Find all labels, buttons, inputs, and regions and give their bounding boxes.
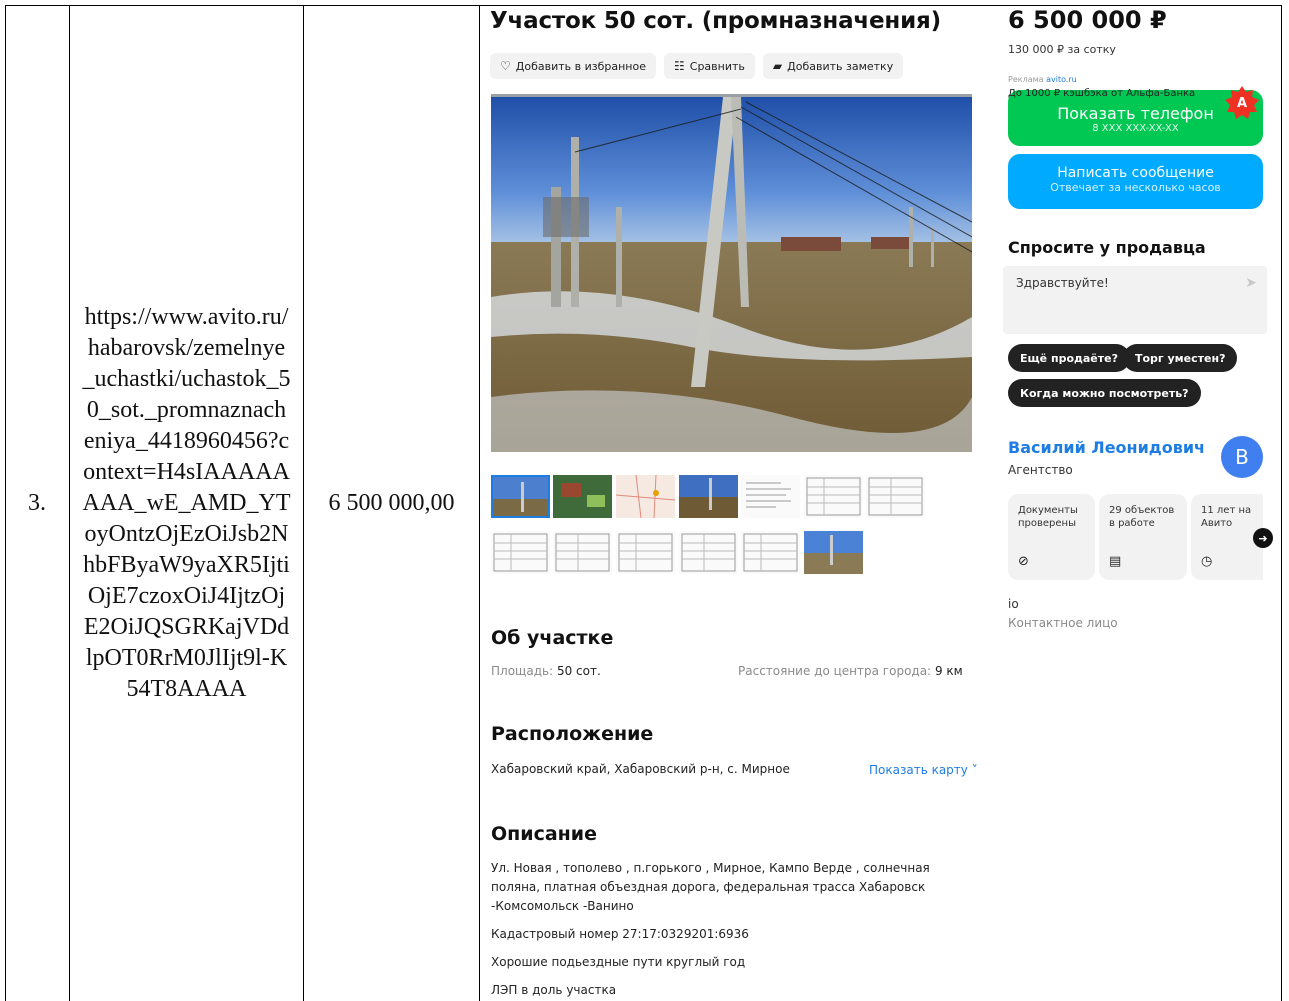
add-note-label: Добавить заметку [787, 59, 894, 73]
area-row: Площадь: 50 сот. [491, 664, 601, 678]
ask-seller-text: Здравствуйте! [1016, 276, 1109, 290]
table-border-right [1281, 5, 1282, 1001]
area-value: 50 сот. [556, 664, 601, 678]
cashback-text: До 1000 ₽ кэшбэка от Альфа-Банка [1008, 88, 1196, 99]
chip-when-view[interactable]: Когда можно посмотреть? [1008, 379, 1201, 407]
listing-url[interactable]: https://www.avito.ru/habarovsk/zemelnye_… [70, 5, 303, 1001]
thumbnail-9[interactable] [553, 531, 612, 574]
favorite-label: Добавить в избранное [515, 59, 646, 73]
description-title: Описание [491, 823, 598, 845]
listing-actions: ♡ Добавить в избранное ☷ Сравнить ▰ Доба… [490, 53, 904, 79]
thumbnail-8[interactable] [491, 531, 550, 574]
seller-name[interactable]: Василий Леонидович [1008, 438, 1205, 457]
ad-line: Реклама avito.ru [1008, 75, 1077, 84]
description: Ул. Новая , тополево , п.горького , Мирн… [491, 859, 966, 1001]
thumbnail-13[interactable] [804, 531, 863, 574]
price-per-sotka: 130 000 ₽ за сотку [1008, 43, 1116, 56]
stat-objects-text: 29 объектов в работе [1109, 505, 1175, 529]
contact-name: io [1008, 597, 1019, 611]
thumbnail-11[interactable] [679, 531, 738, 574]
add-note-button[interactable]: ▰ Добавить заметку [762, 53, 904, 79]
listing-title: Участок 50 сот. (промназначения) [490, 8, 941, 34]
listing-screenshot: Участок 50 сот. (промназначения) ♡ Добав… [480, 6, 1280, 1001]
compare-button[interactable]: ☷ Сравнить [664, 53, 755, 79]
thumbnail-4[interactable] [679, 475, 738, 518]
contact-role: Контактное лицо [1008, 616, 1118, 630]
thumbnail-1[interactable] [491, 475, 550, 518]
thumbnail-12[interactable] [741, 531, 800, 574]
thumbnail-5[interactable] [741, 475, 800, 518]
stat-documents-text: Документы проверены [1018, 505, 1078, 529]
write-message-button[interactable]: Написать сообщение Отвечает за несколько… [1008, 154, 1263, 209]
arrow-right-icon[interactable]: ➜ [1253, 528, 1273, 548]
thumbnail-10[interactable] [616, 531, 675, 574]
about-title: Об участке [491, 627, 614, 649]
avatar[interactable]: В [1221, 436, 1263, 478]
thumbnail-7[interactable] [866, 475, 925, 518]
building-icon: ▤ [1109, 554, 1122, 569]
check-circle-icon: ⊘ [1018, 554, 1029, 569]
distance-label: Расстояние до центра города: [738, 664, 932, 678]
main-photo[interactable] [491, 94, 972, 452]
location-title: Расположение [491, 723, 654, 745]
description-line-2: Кадастровый номер 27:17:0329201:6936 [491, 927, 749, 941]
show-map-link[interactable]: Показать карту ˅ [869, 763, 978, 777]
stat-years-text: 11 лет на Авито [1201, 505, 1252, 529]
description-line-3: Хорошие подьездные пути круглый год [491, 955, 746, 969]
alfa-bank-logo-icon: A [1225, 86, 1259, 119]
write-message-sub: Отвечает за несколько часов [1050, 181, 1221, 194]
description-line-4: ЛЭП в доль участка [491, 983, 617, 997]
phone-masked: 8 XXX XXX-XX-XX [1092, 123, 1179, 134]
seller-type: Агентство [1008, 463, 1073, 477]
chip-still-selling[interactable]: Ещё продаёте? [1008, 344, 1130, 372]
send-icon[interactable]: ➤ [1245, 275, 1257, 291]
address: Хабаровский край, Хабаровский р-н, с. Ми… [491, 762, 790, 776]
stat-objects[interactable]: 29 объектов в работе ▤ [1099, 494, 1187, 580]
write-message-label: Написать сообщение [1057, 165, 1214, 181]
thumbnail-6[interactable] [804, 475, 863, 518]
compare-label: Сравнить [689, 59, 745, 73]
chip-bargain[interactable]: Торг уместен? [1123, 344, 1238, 372]
row-number: 3. [28, 489, 46, 516]
heart-icon: ♡ [500, 59, 511, 73]
sidebar-price: 6 500 000 ₽ [1008, 6, 1167, 34]
ask-seller-title: Спросите у продавца [1008, 238, 1206, 257]
description-line-1: Ул. Новая , тополево , п.горького , Мирн… [491, 861, 930, 913]
svg-text:A: A [1237, 96, 1247, 111]
note-icon: ▰ [772, 59, 783, 73]
distance-value: 9 км [934, 664, 963, 678]
ask-seller-input[interactable]: Здравствуйте! ➤ [1003, 266, 1267, 334]
stat-documents[interactable]: Документы проверены ⊘ [1008, 494, 1095, 580]
area-label: Площадь: [491, 664, 554, 678]
thumbnail-2[interactable] [553, 475, 612, 518]
ad-label: Реклама [1008, 75, 1044, 84]
compare-icon: ☷ [674, 59, 685, 73]
row-price: 6 500 000,00 [328, 489, 455, 516]
favorite-button[interactable]: ♡ Добавить в избранное [490, 53, 656, 79]
ad-link[interactable]: avito.ru [1046, 75, 1077, 84]
thumbnail-3[interactable] [616, 475, 675, 518]
clock-icon: ◷ [1201, 554, 1213, 569]
distance-row: Расстояние до центра города: 9 км [738, 664, 963, 678]
